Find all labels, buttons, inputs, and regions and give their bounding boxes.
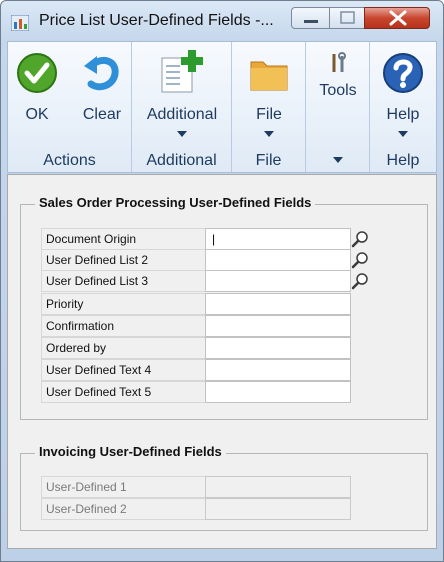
user-defined-text-5-label: User Defined Text 5 <box>41 381 205 403</box>
user-defined-text-5-input[interactable] <box>205 381 351 403</box>
invoicing-udf-group: Invoicing User-Defined Fields User-Defin… <box>20 444 428 531</box>
clear-undo-icon <box>84 56 119 91</box>
file-label: File <box>256 106 282 123</box>
title-bar[interactable]: Price List User-Defined Fields -... <box>1 1 443 39</box>
ribbon-group-actions: OK Clear Actions <box>8 42 132 172</box>
price-list-udf-window: Price List User-Defined Fields -... OK C… <box>0 0 444 562</box>
tools-group-caret[interactable] <box>332 157 343 163</box>
sop-udf-group-title: Sales Order Processing User-Defined Fiel… <box>35 195 316 210</box>
app-icon <box>11 15 29 31</box>
ribbon-group-additional: Additional Additional <box>132 42 232 172</box>
ribbon: OK Clear Actions Additional Additional F… <box>7 41 437 173</box>
clear-label: Clear <box>82 106 122 123</box>
minimize-icon <box>304 20 318 23</box>
user-defined-2-input <box>205 498 351 520</box>
user-defined-1-label: User-Defined 1 <box>41 476 205 498</box>
additional-group-label: Additional <box>146 152 217 169</box>
document-origin-label: Document Origin <box>41 228 205 250</box>
ribbon-group-tools: Tools <box>306 42 370 172</box>
user-defined-list-3-input[interactable] <box>205 270 351 292</box>
tools-button[interactable]: Tools <box>310 42 366 142</box>
help-dropdown-caret <box>398 131 408 137</box>
ok-button[interactable]: OK <box>12 42 62 142</box>
priority-input[interactable] <box>205 293 351 315</box>
form-content: Sales Order Processing User-Defined Fiel… <box>7 174 437 549</box>
ribbon-group-help: Help Help <box>370 42 436 172</box>
tools-icon <box>332 52 346 72</box>
user-defined-1-input <box>205 476 351 498</box>
additional-label: Additional <box>146 106 218 123</box>
clear-button[interactable]: Clear <box>74 42 130 142</box>
close-icon <box>389 10 407 26</box>
actions-group-label: Actions <box>43 152 96 169</box>
help-button[interactable]: Help <box>374 42 432 142</box>
ok-check-icon <box>17 53 57 93</box>
folder-icon <box>250 61 288 91</box>
priority-label: Priority <box>41 293 205 315</box>
maximize-icon <box>340 11 355 24</box>
confirmation-label: Confirmation <box>41 315 205 337</box>
close-button[interactable] <box>364 7 430 29</box>
help-icon <box>383 53 423 93</box>
user-defined-list-2-lookup-icon[interactable] <box>351 251 369 269</box>
user-defined-list-3-lookup-icon[interactable] <box>351 272 369 290</box>
help-label: Help <box>386 106 420 123</box>
maximize-button[interactable] <box>329 7 365 29</box>
window-title: Price List User-Defined Fields -... <box>39 12 274 29</box>
additional-button[interactable]: Additional <box>136 42 228 142</box>
file-group-label: File <box>255 152 282 169</box>
minimize-button[interactable] <box>291 7 330 29</box>
user-defined-list-2-input[interactable] <box>205 249 351 271</box>
user-defined-text-4-input[interactable] <box>205 359 351 381</box>
user-defined-list-2-label: User Defined List 2 <box>41 249 205 271</box>
help-group-label: Help <box>386 152 420 169</box>
file-dropdown-caret <box>264 131 274 137</box>
additional-add-icon <box>161 50 203 93</box>
tools-label: Tools <box>319 82 357 99</box>
user-defined-list-3-label: User Defined List 3 <box>41 270 205 292</box>
additional-dropdown-caret <box>177 131 187 137</box>
sop-udf-group: Sales Order Processing User-Defined Fiel… <box>20 195 428 420</box>
ribbon-group-file: File File <box>232 42 306 172</box>
ordered-by-input[interactable] <box>205 337 351 359</box>
ok-label: OK <box>25 106 49 123</box>
file-button[interactable]: File <box>236 42 302 142</box>
user-defined-text-4-label: User Defined Text 4 <box>41 359 205 381</box>
invoicing-udf-group-title: Invoicing User-Defined Fields <box>35 444 226 459</box>
document-origin-lookup-icon[interactable] <box>351 230 369 248</box>
confirmation-input[interactable] <box>205 315 351 337</box>
ordered-by-label: Ordered by <box>41 337 205 359</box>
document-origin-input[interactable]: | <box>205 228 351 250</box>
user-defined-2-label: User-Defined 2 <box>41 498 205 520</box>
